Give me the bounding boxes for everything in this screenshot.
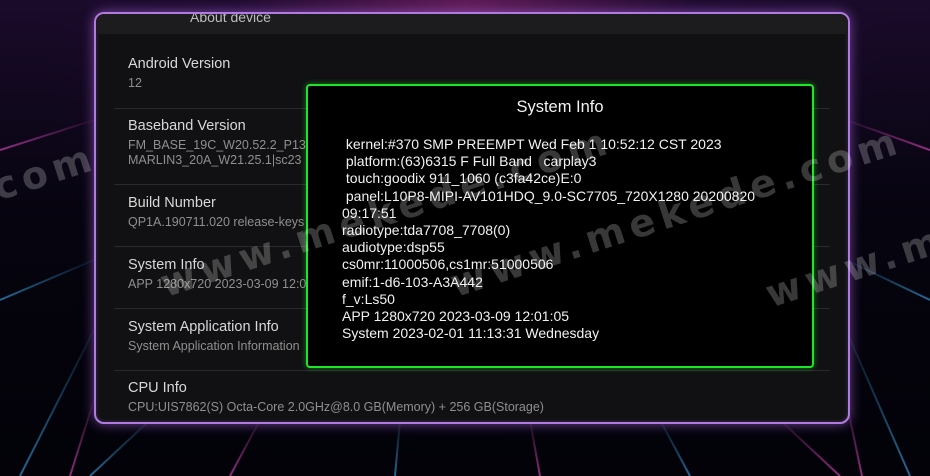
info-line-app: APP 1280x720 2023-03-09 12:01:05 (342, 308, 570, 325)
dialog-body: kernel:#370 SMP PREEMPT Wed Feb 1 10:52:… (342, 136, 802, 342)
settings-item-cpu-info[interactable]: CPU Info CPU:UIS7862(S) Octa-Core 2.0GHz… (128, 380, 818, 415)
info-line-kernel: kernel:#370 SMP PREEMPT Wed Feb 1 10:52:… (342, 136, 722, 152)
info-line-audiotype: audiotype:dsp55 (342, 239, 445, 256)
info-line-system: System 2023-02-01 11:13:31 Wednesday (342, 325, 600, 342)
info-line-platform: platform:(63)6315 F Full Band carplay3 (342, 153, 597, 170)
info-line-fv: f_v:Ls50 (342, 290, 395, 307)
system-info-dialog[interactable]: System Info kernel:#370 SMP PREEMPT Wed … (306, 84, 814, 368)
divider (114, 370, 830, 371)
panel-header-title: About device (190, 14, 271, 25)
info-line-touch: touch:goodix 911_1060 (c3fa42ce)E:0 (342, 170, 582, 187)
info-line-radiotype: radiotype:tda7708_7708(0) (342, 222, 511, 239)
dialog-title: System Info (516, 98, 604, 116)
info-line-cs-mr: cs0mr:11000506,cs1mr:51000506 (342, 256, 554, 273)
item-title: Android Version (128, 56, 231, 72)
info-line-panel: panel:L10P8-MIPI-AV101HDQ_9.0-SC7705_720… (342, 187, 759, 221)
screen: About device Android Version 12 Baseband… (0, 0, 930, 476)
panel-header: About device (96, 14, 848, 34)
item-title: CPU Info (128, 380, 187, 396)
info-line-emif: emif:1-d6-103-A3A442 (342, 273, 483, 290)
item-subtitle: CPU:UIS7862(S) Octa-Core 2.0GHz@8.0 GB(M… (128, 400, 544, 414)
